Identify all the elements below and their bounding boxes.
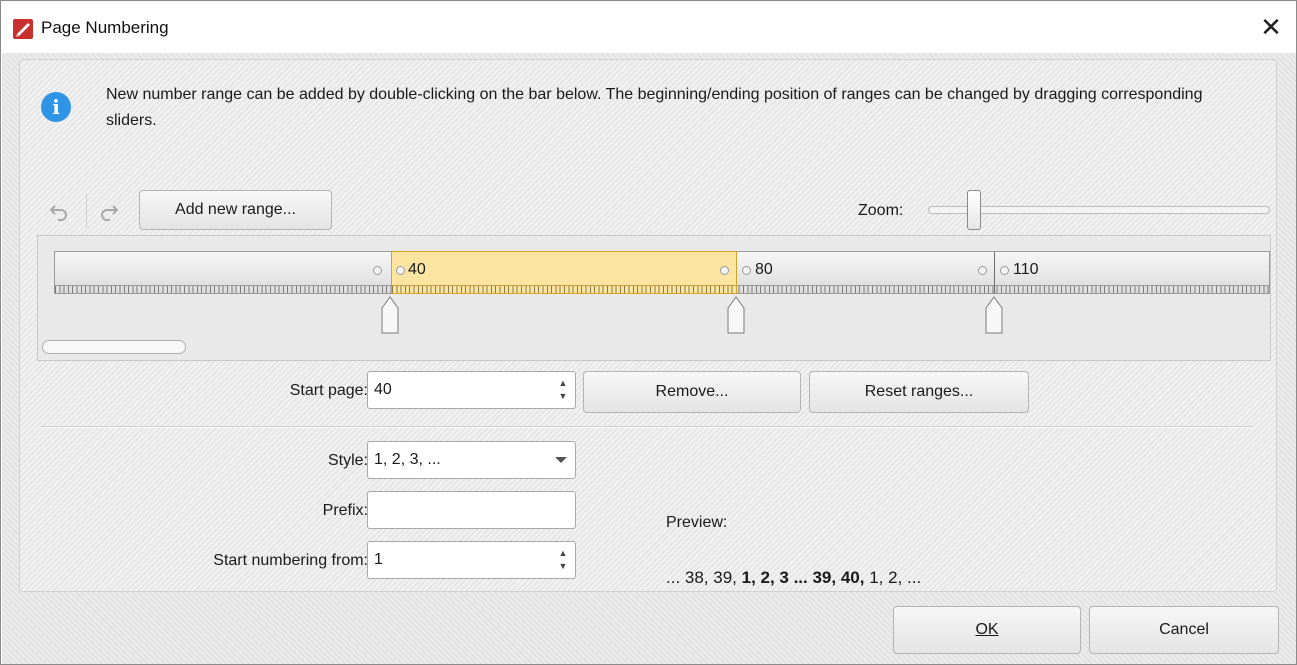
range-slider-handle-80[interactable]: [727, 296, 745, 334]
ok-label: OK: [975, 621, 999, 638]
range-label-40: 40: [408, 261, 426, 278]
undo-icon[interactable]: [46, 200, 72, 224]
style-dropdown[interactable]: 1, 2, 3, ...: [367, 441, 576, 479]
chevron-down-icon: [555, 457, 567, 463]
add-new-range-button[interactable]: Add new range...: [139, 190, 332, 230]
info-icon: i: [41, 92, 71, 122]
spinner-arrows[interactable]: ▲ ▼: [557, 378, 569, 402]
remove-button[interactable]: Remove...: [583, 371, 801, 413]
spin-down-icon[interactable]: ▼: [559, 561, 568, 572]
undo-glyph: [49, 205, 67, 221]
range-start-dot: [1000, 266, 1009, 275]
preview-text: ... 38, 39, 1, 2, 3 ... 39, 40, 1, 2, ..…: [666, 568, 921, 588]
zoom-label: Zoom:: [858, 202, 904, 219]
start-numbering-spinner[interactable]: 1 ▲ ▼: [367, 541, 576, 579]
redo-glyph: [101, 205, 119, 221]
style-label: Style:: [327, 452, 368, 469]
range-slider-handle-40[interactable]: [381, 296, 399, 334]
range-ruler-bar[interactable]: 40 80 110: [54, 251, 1270, 294]
preview-label: Preview:: [666, 514, 728, 531]
range-slider-handle-110[interactable]: [985, 296, 1003, 334]
prefix-input[interactable]: [367, 491, 576, 529]
range-end-dot: [720, 266, 729, 275]
prefix-label: Prefix:: [322, 502, 368, 519]
range-start-dot: [396, 266, 405, 275]
spinner-arrows[interactable]: ▲ ▼: [557, 548, 569, 572]
section-divider: [41, 426, 1253, 427]
range-end-dot: [978, 266, 987, 275]
ok-button[interactable]: OK: [893, 606, 1081, 654]
start-page-label: Start page:: [289, 382, 368, 399]
app-logo-icon: [13, 19, 33, 39]
range-label-80: 80: [755, 261, 773, 278]
range-ruler-area: 40 80 110: [37, 235, 1271, 361]
ruler-ticks-selected: [392, 285, 736, 293]
redo-icon[interactable]: [96, 200, 122, 224]
spin-up-icon[interactable]: ▲: [559, 548, 568, 559]
preview-part-current: 1, 2, 3 ... 39, 40,: [741, 568, 865, 587]
dialog-body: i New number range can be added by doubl…: [2, 53, 1296, 664]
start-page-spinner[interactable]: 40 ▲ ▼: [367, 371, 576, 409]
settings-panel: i New number range can be added by doubl…: [19, 59, 1277, 592]
zoom-slider-thumb[interactable]: [967, 190, 982, 230]
info-glyph: i: [52, 95, 60, 119]
page-numbering-dialog: Page Numbering ✕ i New number range can …: [0, 0, 1297, 665]
info-message: New number range can be added by double-…: [106, 86, 1203, 129]
cancel-button[interactable]: Cancel: [1089, 606, 1279, 654]
preview-part-prev: ... 38, 39,: [666, 568, 742, 587]
reset-ranges-button[interactable]: Reset ranges...: [809, 371, 1029, 413]
selected-range[interactable]: 40: [391, 251, 737, 294]
close-icon: ✕: [1260, 11, 1282, 42]
range-divider: [994, 252, 995, 294]
title-bar: Page Numbering ✕: [1, 1, 1296, 53]
spin-down-icon[interactable]: ▼: [559, 391, 568, 402]
start-numbering-label: Start numbering from:: [213, 552, 368, 569]
horizontal-scrollbar[interactable]: [42, 340, 186, 354]
start-page-value: 40: [374, 381, 392, 398]
close-button[interactable]: ✕: [1246, 1, 1296, 53]
range-start-dot: [742, 266, 751, 275]
spin-up-icon[interactable]: ▲: [559, 378, 568, 389]
cancel-label: Cancel: [1159, 621, 1209, 638]
toolbar-separator: [86, 194, 87, 228]
style-value: 1, 2, 3, ...: [374, 451, 441, 468]
window-title: Page Numbering: [41, 18, 169, 37]
start-numbering-value: 1: [374, 551, 383, 568]
range-label-110: 110: [1013, 261, 1039, 278]
preview-part-next: 1, 2, ...: [864, 568, 922, 587]
range-end-dot: [373, 266, 382, 275]
